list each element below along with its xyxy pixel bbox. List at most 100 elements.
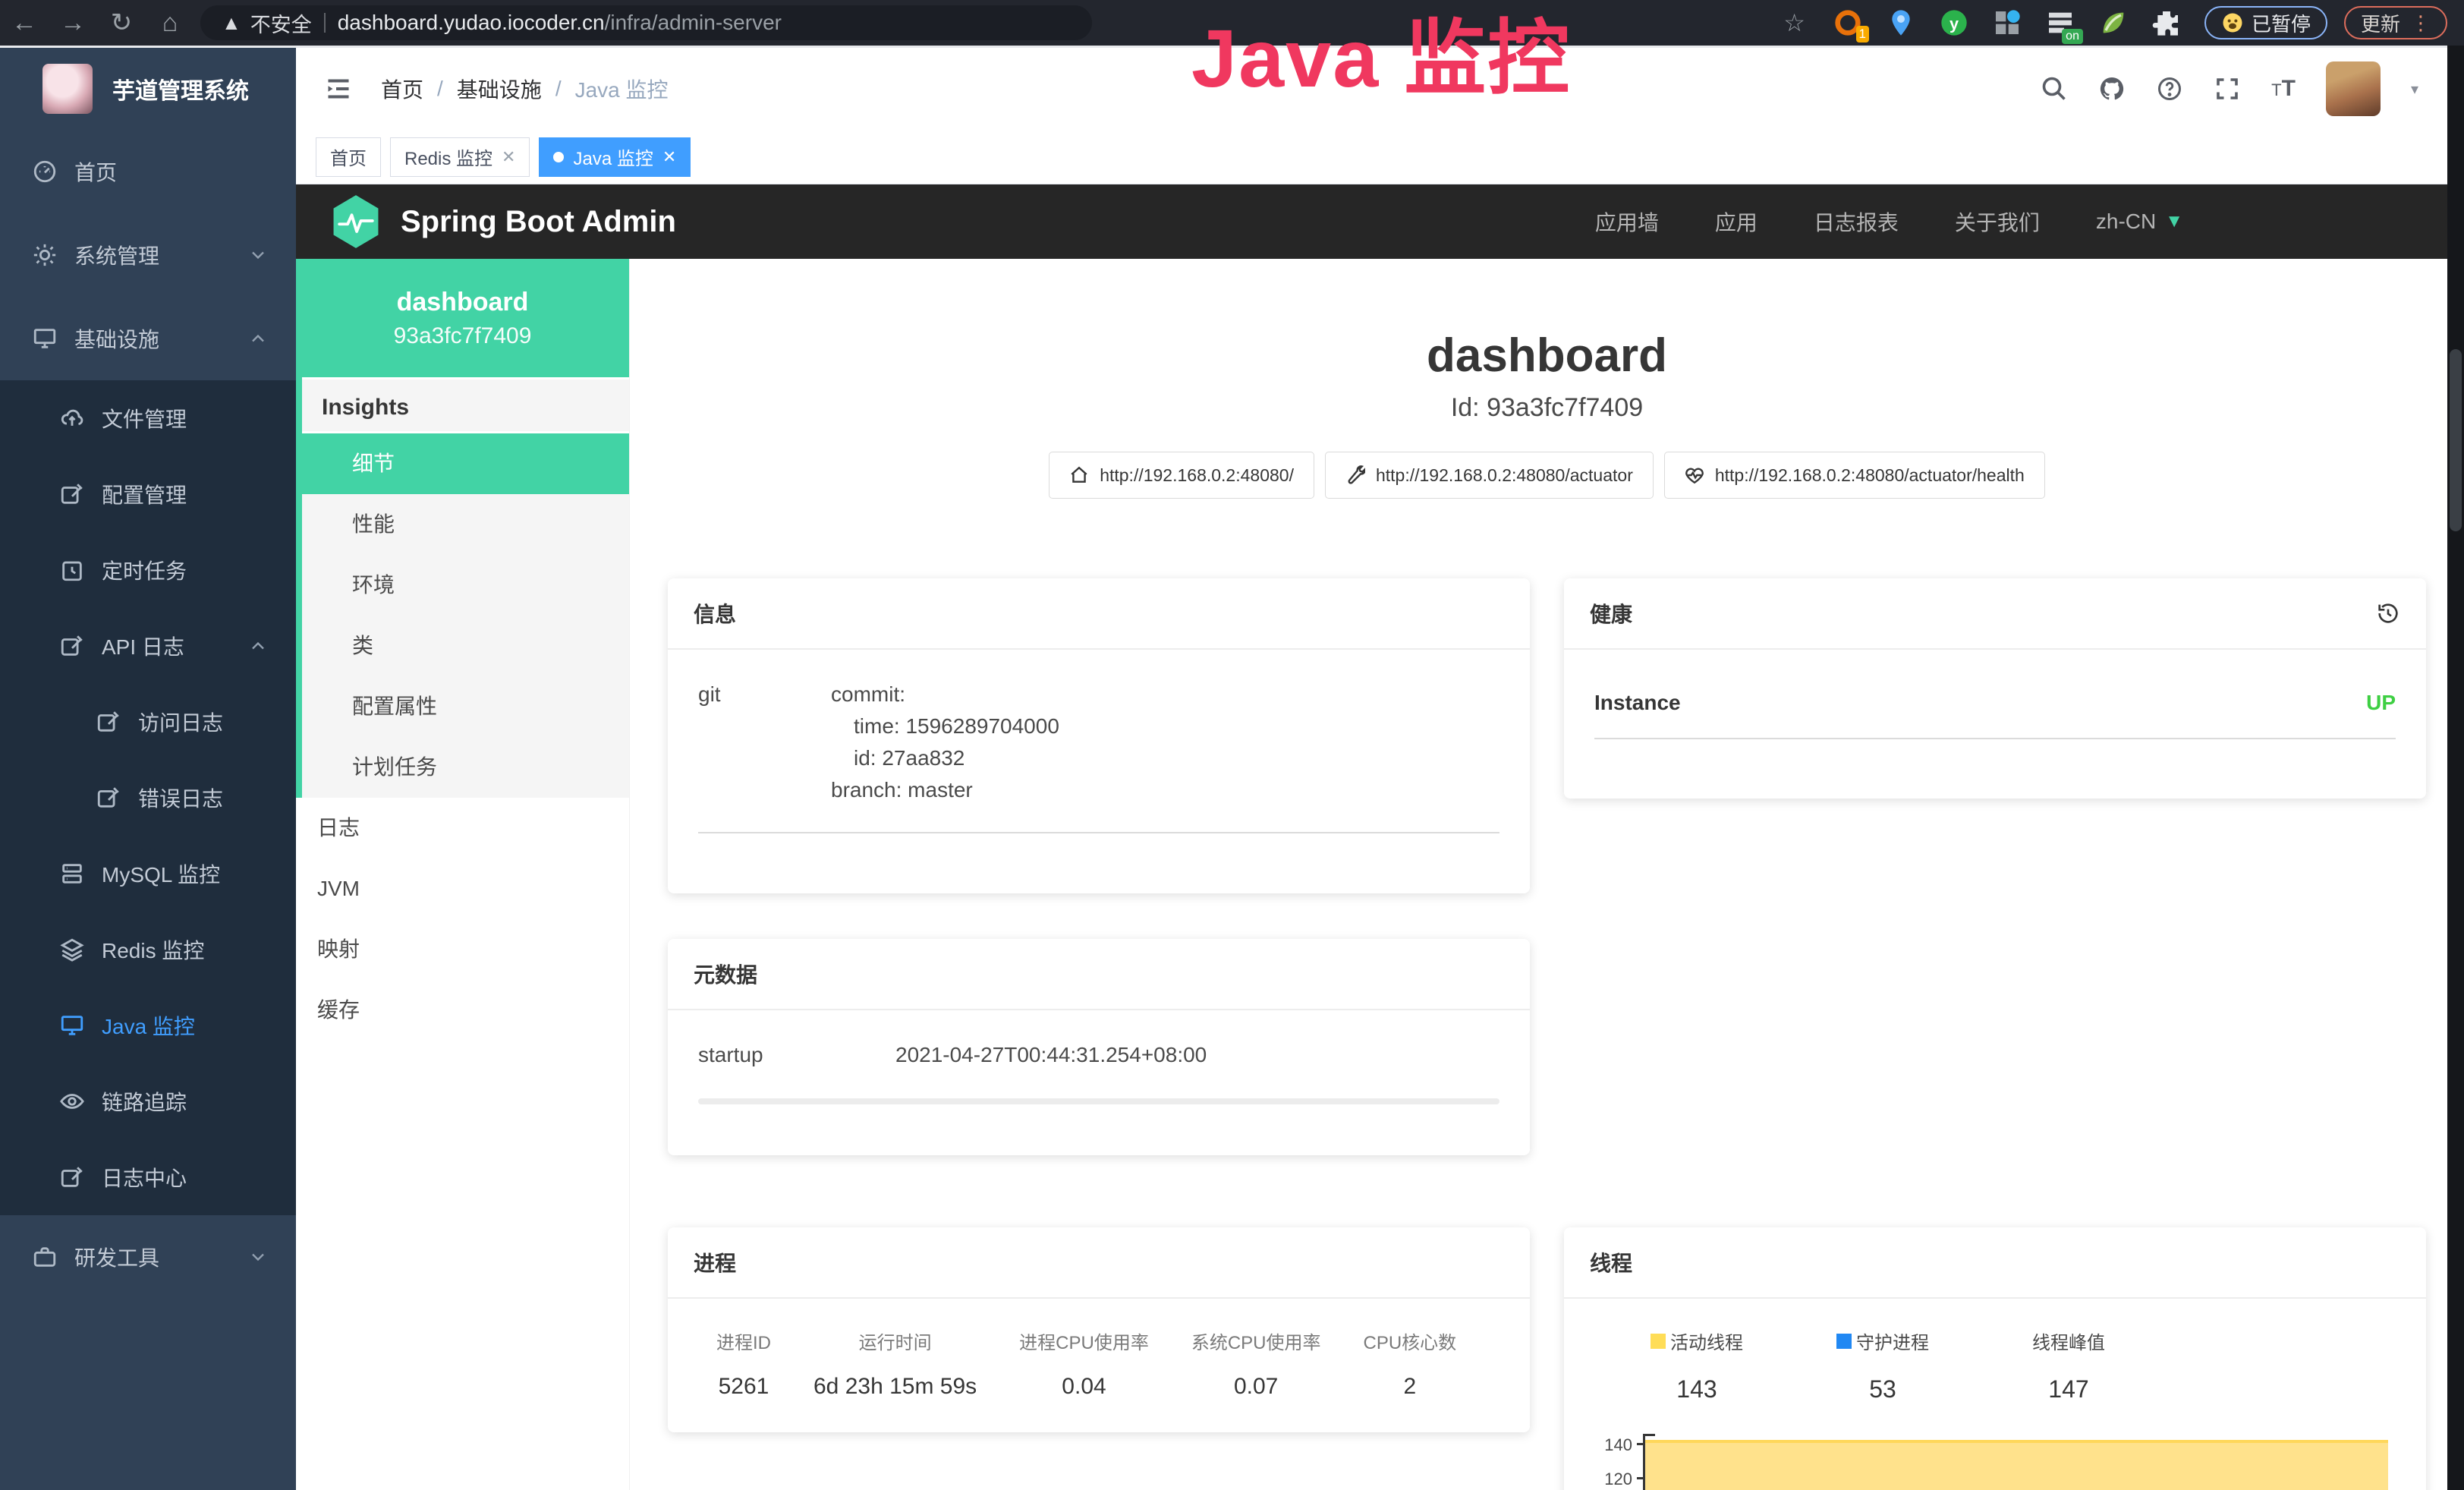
- extensions-puzzle-icon[interactable]: [2151, 8, 2182, 38]
- sidebar-item-api-logs[interactable]: API 日志: [0, 608, 296, 684]
- extension-green-circle-icon[interactable]: y: [1939, 8, 1969, 38]
- history-icon[interactable]: [2376, 601, 2400, 625]
- actuator-url-button[interactable]: http://192.168.0.2:48080/actuator: [1325, 452, 1654, 499]
- insights-item-classes[interactable]: 类: [302, 616, 629, 676]
- brand[interactable]: 芋道管理系统: [0, 48, 296, 130]
- sidebar-item-log-center[interactable]: 日志中心: [0, 1139, 296, 1215]
- paused-label: 已暂停: [2252, 9, 2311, 37]
- insights-item-details[interactable]: 细节: [296, 433, 629, 494]
- browser-menu-icon[interactable]: ⋮: [2411, 11, 2431, 35]
- instance-name: dashboard: [397, 288, 529, 317]
- url-path: /infra/admin-server: [605, 11, 782, 35]
- health-instance-label: Instance: [1594, 691, 1681, 715]
- close-icon[interactable]: ✕: [502, 147, 515, 167]
- help-icon[interactable]: [2156, 75, 2183, 102]
- active-threads-value: 143: [1640, 1375, 1754, 1403]
- chevron-down-icon: [247, 1246, 269, 1268]
- sidebar-item-mysql-monitor[interactable]: MySQL 监控: [0, 836, 296, 912]
- github-icon[interactable]: [2098, 75, 2126, 102]
- sidebar-item-home[interactable]: 首页: [0, 130, 296, 213]
- profile-paused-pill[interactable]: 已暂停: [2204, 6, 2327, 39]
- instance-sidebar: dashboard 93a3fc7f7409 Insights 细节 性能 环境…: [296, 259, 630, 1490]
- instance-item-jvm[interactable]: JVM: [296, 858, 629, 919]
- browser-update-button[interactable]: 更新 ⋮: [2344, 6, 2447, 39]
- spring-boot-admin-logo: [331, 194, 381, 249]
- sidebar-item-error-logs[interactable]: 错误日志: [0, 760, 296, 836]
- brand-name: 芋道管理系统: [112, 72, 249, 106]
- fullscreen-icon[interactable]: [2214, 75, 2241, 102]
- user-menu-caret-icon[interactable]: ▾: [2411, 80, 2418, 99]
- info-value: commit: time: 1596289704000 id: 27aa832 …: [831, 679, 1059, 806]
- sidebar-item-file-management[interactable]: 文件管理: [0, 380, 296, 456]
- instance-content: dashboard Id: 93a3fc7f7409 http://192.16…: [630, 259, 2464, 1490]
- bookmark-star-icon[interactable]: ☆: [1783, 8, 1805, 37]
- breadcrumb-home[interactable]: 首页: [381, 74, 423, 104]
- url-divider: [324, 13, 326, 33]
- sidebar-item-system[interactable]: 系统管理: [0, 213, 296, 297]
- edit-icon: [59, 1164, 85, 1190]
- browser-forward-icon[interactable]: →: [49, 0, 97, 46]
- instance-item-caches[interactable]: 缓存: [296, 980, 629, 1041]
- wrench-icon: [1345, 465, 1365, 485]
- instance-header[interactable]: dashboard 93a3fc7f7409: [296, 259, 629, 377]
- cloud-upload-icon: [59, 405, 85, 431]
- not-secure-label: 不安全: [250, 8, 312, 38]
- close-icon[interactable]: ✕: [662, 147, 676, 167]
- page-scrollbar[interactable]: [2447, 46, 2464, 1490]
- extension-orange-icon[interactable]: 1: [1833, 8, 1863, 38]
- layers-icon: [59, 937, 85, 962]
- health-instance-row[interactable]: Instance UP: [1594, 679, 2396, 739]
- tab-home[interactable]: 首页: [316, 137, 381, 177]
- tags-view-bar: 首页 Redis 监控 ✕ Java 监控 ✕: [296, 130, 2464, 184]
- sidebar-item-infrastructure[interactable]: 基础设施: [0, 297, 296, 380]
- font-size-icon[interactable]: TT: [2271, 76, 2296, 102]
- sba-nav-wallboard[interactable]: 应用墙: [1595, 206, 1659, 237]
- tab-java-monitor[interactable]: Java 监控 ✕: [539, 137, 691, 177]
- monitor-icon: [59, 1013, 85, 1038]
- extension-lines-on-icon[interactable]: on: [2045, 8, 2075, 38]
- sba-nav-about[interactable]: 关于我们: [1955, 206, 2040, 237]
- address-bar[interactable]: ▲ 不安全 dashboard.yudao.iocoder.cn/infra/a…: [200, 5, 1092, 40]
- browser-home-icon[interactable]: ⌂: [146, 0, 194, 46]
- update-label: 更新: [2361, 9, 2400, 37]
- process-card-title: 进程: [694, 1247, 736, 1277]
- sba-nav-applications[interactable]: 应用: [1715, 206, 1758, 237]
- instance-item-mappings[interactable]: 映射: [296, 919, 629, 980]
- breadcrumb-infrastructure[interactable]: 基础设施: [457, 74, 542, 104]
- instance-item-logs[interactable]: 日志: [296, 798, 629, 858]
- insights-item-config-props[interactable]: 配置属性: [302, 676, 629, 737]
- svg-text:y: y: [1949, 14, 1959, 33]
- insights-item-metrics[interactable]: 性能: [302, 494, 629, 555]
- edit-icon: [59, 633, 85, 659]
- sidebar-item-scheduled-jobs[interactable]: 定时任务: [0, 532, 296, 608]
- process-table: 进程ID5261 运行时间6d 23h 15m 59s 进程CPU使用率0.04…: [716, 1328, 1499, 1400]
- scrollbar-thumb[interactable]: [2450, 349, 2462, 531]
- sidebar-item-redis-monitor[interactable]: Redis 监控: [0, 912, 296, 988]
- sidebar-item-tracing[interactable]: 链路追踪: [0, 1063, 296, 1139]
- not-secure-icon: ▲: [222, 11, 241, 35]
- breadcrumb: 首页 / 基础设施 / Java 监控: [381, 74, 669, 104]
- health-url-button[interactable]: http://192.168.0.2:48080/actuator/health: [1664, 452, 2045, 499]
- tab-redis-monitor[interactable]: Redis 监控 ✕: [390, 137, 530, 177]
- browser-back-icon[interactable]: ←: [0, 0, 49, 46]
- sidebar-item-dev-tools[interactable]: 研发工具: [0, 1215, 296, 1299]
- sidebar-fold-icon[interactable]: [323, 75, 354, 102]
- user-avatar[interactable]: [2326, 61, 2381, 116]
- extension-pin-icon[interactable]: [1886, 8, 1916, 38]
- sidebar-item-java-monitor[interactable]: Java 监控: [0, 988, 296, 1063]
- sba-nav-journal[interactable]: 日志报表: [1814, 206, 1899, 237]
- extension-grid-icon[interactable]: [1992, 8, 2022, 38]
- divider: [698, 832, 1499, 833]
- info-key: git: [698, 679, 831, 806]
- service-url-button[interactable]: http://192.168.0.2:48080/: [1049, 452, 1314, 499]
- active-tab-dot: [553, 152, 564, 162]
- extension-leaf-icon[interactable]: [2098, 8, 2129, 38]
- sidebar-item-access-logs[interactable]: 访问日志: [0, 684, 296, 760]
- sidebar-item-config-management[interactable]: 配置管理: [0, 456, 296, 532]
- search-icon[interactable]: [2041, 75, 2068, 102]
- locale-selector[interactable]: zh-CN ▼: [2096, 209, 2183, 234]
- browser-reload-icon[interactable]: ↻: [97, 0, 146, 46]
- insights-item-environment[interactable]: 环境: [302, 555, 629, 616]
- insights-item-scheduled-tasks[interactable]: 计划任务: [302, 737, 629, 798]
- page-instance-id: Id: 93a3fc7f7409: [668, 393, 2426, 423]
